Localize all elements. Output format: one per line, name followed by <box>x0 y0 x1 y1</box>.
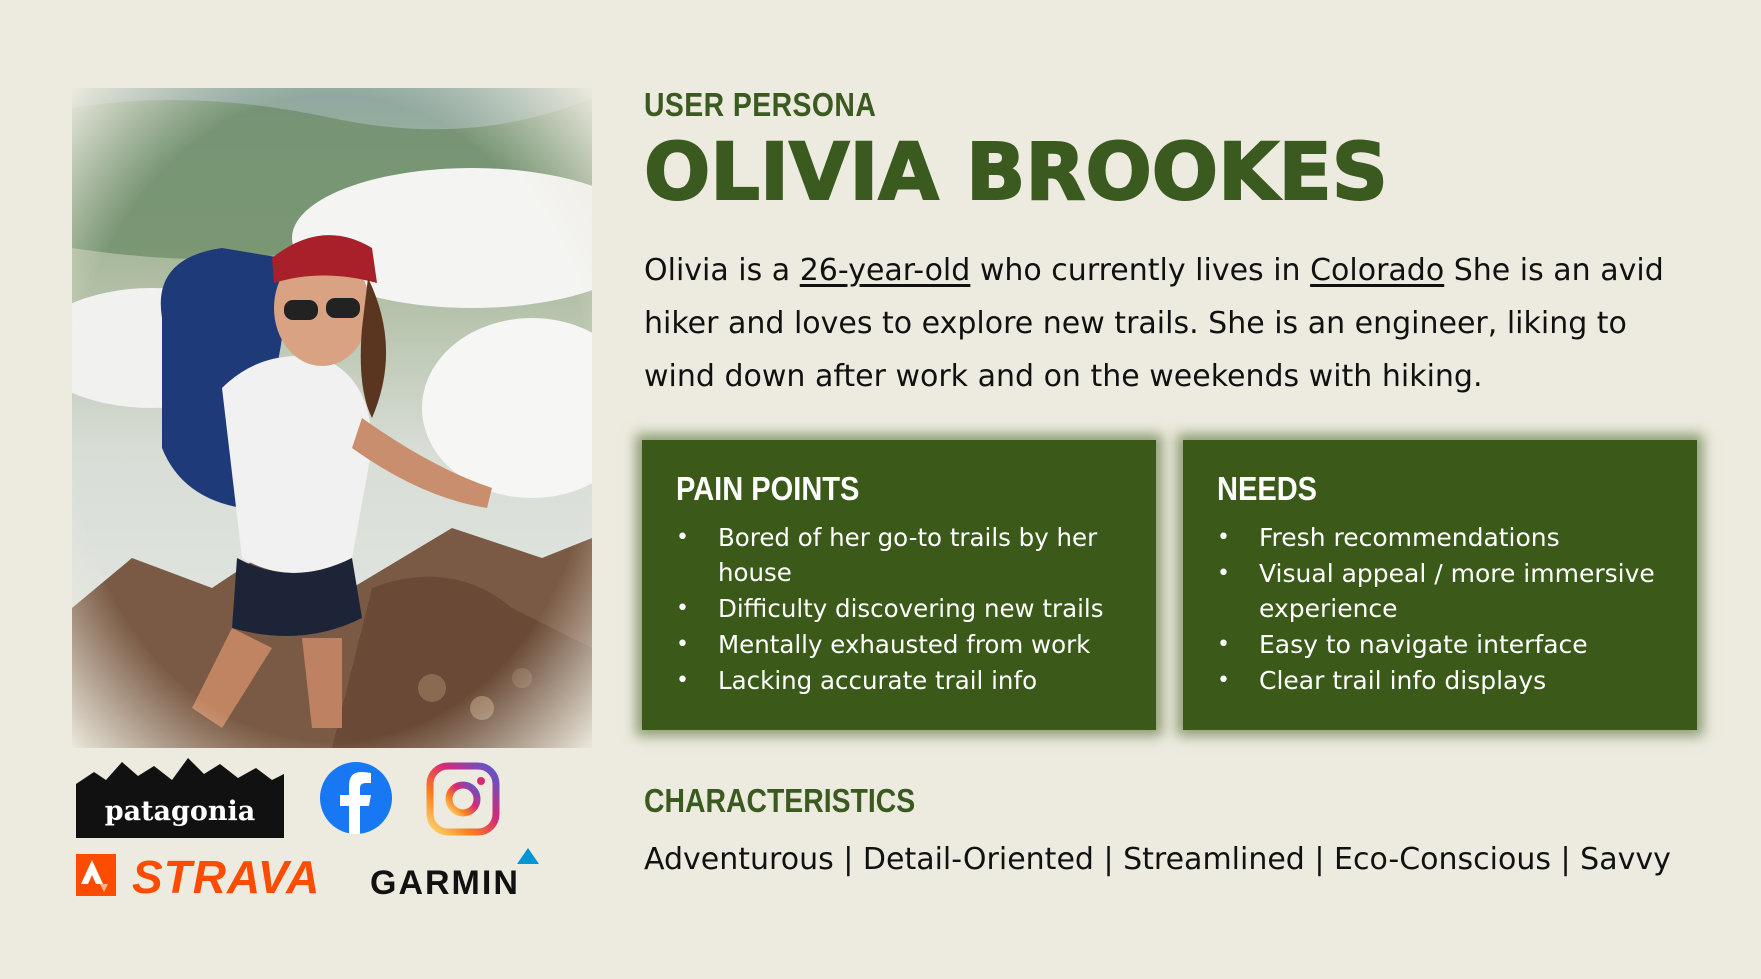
needs-title: NEEDS <box>1217 470 1318 507</box>
needs-list: Fresh recommendations Visual appeal / mo… <box>1217 520 1677 699</box>
instagram-icon <box>426 762 500 836</box>
bio-location: Colorado <box>1310 253 1445 288</box>
facebook-icon <box>320 762 392 834</box>
list-item: Clear trail info displays <box>1217 663 1677 698</box>
persona-bio: Olivia is a 26-year-old who currently li… <box>644 244 1704 403</box>
characteristics-title: CHARACTERISTICS <box>644 782 916 819</box>
strava-logo: STRAVA <box>76 851 338 903</box>
needs-card: NEEDS Fresh recommendations Visual appea… <box>1183 440 1697 730</box>
pain-points-title: PAIN POINTS <box>676 470 860 507</box>
pain-points-card: PAIN POINTS Bored of her go-to trails by… <box>642 440 1156 730</box>
list-item: Visual appeal / more immersive experienc… <box>1217 556 1677 626</box>
patagonia-wordmark: patagonia <box>104 796 256 827</box>
list-item: Mentally exhausted from work <box>676 627 1136 662</box>
strava-wordmark: STRAVA <box>132 851 321 903</box>
garmin-logo: GARMIN <box>370 848 560 902</box>
list-item: Difficulty discovering new trails <box>676 591 1136 626</box>
bio-text-1: Olivia is a <box>644 253 800 288</box>
list-item: Lacking accurate trail info <box>676 663 1136 698</box>
list-item: Fresh recommendations <box>1217 520 1677 555</box>
persona-photo <box>72 88 592 748</box>
bio-age: 26-year-old <box>799 253 971 288</box>
list-item: Bored of her go-to trails by her house <box>676 520 1136 590</box>
strava-mark-icon <box>76 854 116 896</box>
brand-logos: patagonia STRAVA GARMIN <box>72 748 592 908</box>
characteristics-list: Adventurous | Detail-Oriented | Streamli… <box>644 842 1671 877</box>
list-item: Easy to navigate interface <box>1217 627 1677 662</box>
section-eyebrow: USER PERSONA <box>644 86 877 123</box>
garmin-triangle-icon <box>517 848 539 864</box>
garmin-wordmark: GARMIN <box>370 864 520 902</box>
pain-points-list: Bored of her go-to trails by her house D… <box>676 520 1136 699</box>
persona-name: OLIVIA BROOKES <box>643 127 1389 219</box>
patagonia-logo: patagonia <box>76 754 284 838</box>
bio-text-2: who currently lives in <box>970 253 1311 288</box>
